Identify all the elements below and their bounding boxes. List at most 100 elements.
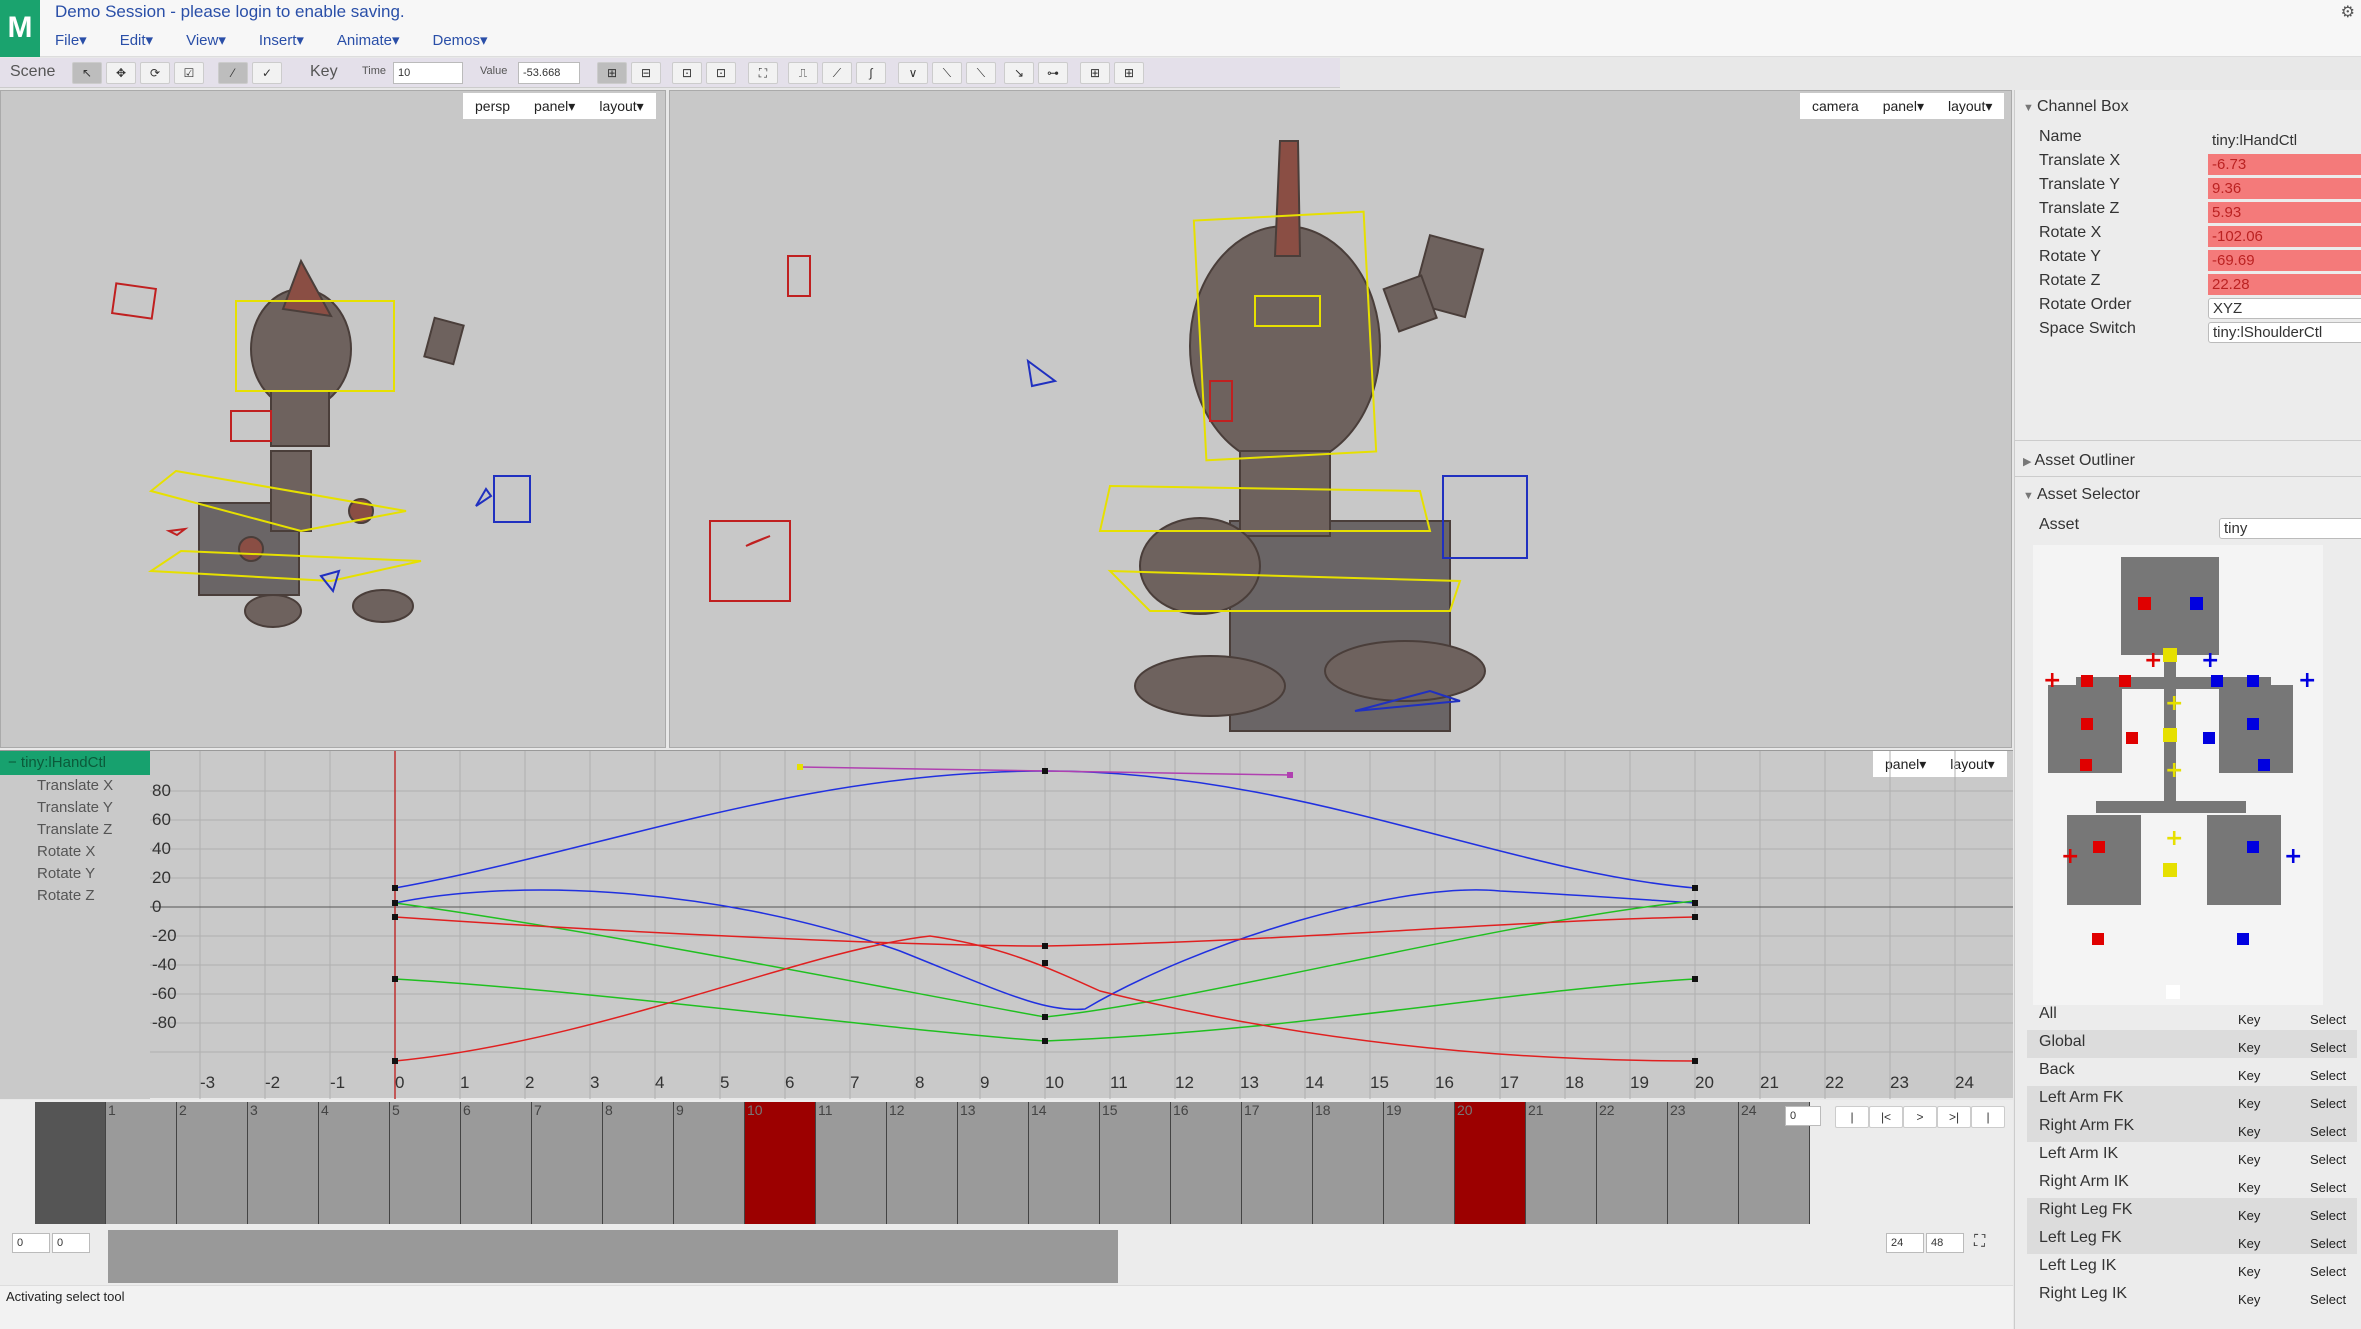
scale-tool-icon[interactable]: ☑ [174, 62, 204, 84]
curve-graph[interactable] [0, 751, 2013, 1099]
select-button[interactable]: Select [2310, 1208, 2346, 1223]
asset-group-label[interactable]: Global [2039, 1033, 2085, 1051]
go-start-button[interactable]: | [1835, 1106, 1869, 1128]
timeline-frame[interactable]: 16 [1171, 1102, 1242, 1224]
key-button[interactable]: Key [2238, 1152, 2260, 1167]
asset-group-label[interactable]: Right Leg FK [2039, 1201, 2132, 1219]
key-button[interactable]: Key [2238, 1292, 2260, 1307]
break-tangent-icon[interactable]: ⟍ [932, 62, 962, 84]
snap-icon[interactable]: ⁄ [218, 62, 248, 84]
timeline-frame[interactable]: 7 [532, 1102, 603, 1224]
timeline-frame[interactable]: 23 [1668, 1102, 1739, 1224]
key-button[interactable]: Key [2238, 1180, 2260, 1195]
timeline-frame[interactable]: 15 [1100, 1102, 1171, 1224]
timeline-frame[interactable]: 19 [1384, 1102, 1455, 1224]
range-anim-end-input[interactable] [1926, 1233, 1964, 1253]
key-delete-icon[interactable]: ⊟ [631, 62, 661, 84]
channel-value[interactable]: 9.36 [2208, 178, 2361, 199]
asset-group-label[interactable]: Left Arm IK [2039, 1145, 2118, 1163]
key-button[interactable]: Key [2238, 1236, 2260, 1251]
asset-select[interactable]: tiny [2219, 518, 2361, 539]
timeline-frame[interactable]: 3 [248, 1102, 319, 1224]
asset-selector-header[interactable]: ▼ Asset Selector [2015, 486, 2140, 504]
dopesheet-icon[interactable]: ⊞ [1114, 62, 1144, 84]
key-button[interactable]: Key [2238, 1208, 2260, 1223]
character-picker[interactable]: + + + + + + ++ + [2033, 545, 2323, 1005]
asset-group-label[interactable]: Left Leg IK [2039, 1257, 2116, 1275]
timeline-frames[interactable]: 1 2 3 4 5 6 7 8 9 10 11 12 13 14 15 16 17 18 19 20 21 22 23 24 [35, 1102, 1811, 1224]
menu-file[interactable]: File▾ [55, 31, 87, 49]
channel-box-header[interactable]: ▼ Channel Box [2015, 98, 2129, 116]
timeline-frame[interactable] [35, 1102, 106, 1224]
select-button[interactable]: Select [2310, 1292, 2346, 1307]
menu-animate[interactable]: Animate▾ [337, 31, 400, 49]
asset-outliner-header[interactable]: ▶ Asset Outliner [2015, 452, 2135, 470]
film-icon[interactable]: ⛶ [1974, 1233, 1985, 1251]
graph-view-icon[interactable]: ⊞ [1080, 62, 1110, 84]
timeline-frame[interactable]: 12 [887, 1102, 958, 1224]
key-button[interactable]: Key [2238, 1012, 2260, 1027]
channel-row[interactable]: Rotate Z 22.28 [2027, 270, 2361, 295]
timeline-key-frame[interactable]: 10 [745, 1102, 816, 1224]
asset-group-label[interactable]: Right Leg IK [2039, 1285, 2127, 1303]
free-tangent-icon[interactable]: ⊶ [1038, 62, 1068, 84]
viewport-camera[interactable]: camera panel▾ layout▾ [669, 90, 2012, 748]
asset-group-label[interactable]: Right Arm IK [2039, 1173, 2129, 1191]
asset-group-label[interactable]: All [2039, 1005, 2057, 1023]
play-button[interactable]: > [1903, 1106, 1937, 1128]
timeline-frame[interactable]: 5 [390, 1102, 461, 1224]
timeline-frame[interactable]: 11 [816, 1102, 887, 1224]
timeline-frame[interactable]: 17 [1242, 1102, 1313, 1224]
menu-edit[interactable]: Edit▾ [120, 31, 153, 49]
channel-value[interactable]: 22.28 [2208, 274, 2361, 295]
menu-view[interactable]: View▾ [186, 31, 226, 49]
select-button[interactable]: Select [2310, 1096, 2346, 1111]
select-tool-icon[interactable]: ↖ [72, 62, 102, 84]
time-input[interactable] [393, 62, 463, 84]
channel-row[interactable]: Translate Y 9.36 [2027, 174, 2361, 199]
rotate-tool-icon[interactable]: ⟳ [140, 62, 170, 84]
select-button[interactable]: Select [2310, 1236, 2346, 1251]
copy-key-icon[interactable]: ⊡ [672, 62, 702, 84]
timeline-frame[interactable]: 1 [106, 1102, 177, 1224]
flat-tangent-icon[interactable]: ∨ [898, 62, 928, 84]
key-set-icon[interactable]: ⊞ [597, 62, 627, 84]
paste-key-icon[interactable]: ⊡ [706, 62, 736, 84]
asset-group-label[interactable]: Left Arm FK [2039, 1089, 2123, 1107]
timeline-key-frame[interactable]: 20 [1455, 1102, 1526, 1224]
channel-value[interactable]: -6.73 [2208, 154, 2361, 175]
timeline-frame[interactable]: 18 [1313, 1102, 1384, 1224]
range-start-input[interactable] [12, 1233, 50, 1253]
rotate-order-select[interactable]: XYZ [2208, 298, 2361, 319]
range-slider-handle[interactable] [108, 1230, 1118, 1283]
snap-curve-icon[interactable]: ✓ [252, 62, 282, 84]
timeline-frame[interactable]: 4 [319, 1102, 390, 1224]
viewport-persp[interactable]: persp panel▾ layout▾ [0, 90, 666, 748]
go-end-button[interactable]: | [1971, 1106, 2005, 1128]
range-end-input[interactable] [1886, 1233, 1924, 1253]
key-button[interactable]: Key [2238, 1068, 2260, 1083]
select-button[interactable]: Select [2310, 1040, 2346, 1055]
select-button[interactable]: Select [2310, 1264, 2346, 1279]
channel-value[interactable]: -69.69 [2208, 250, 2361, 271]
timeline-frame[interactable]: 22 [1597, 1102, 1668, 1224]
channel-row[interactable]: Rotate X -102.06 [2027, 222, 2361, 247]
linear-tangent-icon[interactable]: ⟋ [822, 62, 852, 84]
select-button[interactable]: Select [2310, 1068, 2346, 1083]
asset-group-label[interactable]: Right Arm FK [2039, 1117, 2134, 1135]
timeline-frame[interactable]: 14 [1029, 1102, 1100, 1224]
menu-demos[interactable]: Demos▾ [432, 31, 487, 49]
step-forward-button[interactable]: >| [1937, 1106, 1971, 1128]
channel-value[interactable]: 5.93 [2208, 202, 2361, 223]
asset-group-label[interactable]: Left Leg FK [2039, 1229, 2122, 1247]
spline-tangent-icon[interactable]: ∫ [856, 62, 886, 84]
channel-row[interactable]: Rotate Y -69.69 [2027, 246, 2361, 271]
step-back-button[interactable]: |< [1869, 1106, 1903, 1128]
timeline-frame[interactable]: 8 [603, 1102, 674, 1224]
move-tool-icon[interactable]: ✥ [106, 62, 136, 84]
key-button[interactable]: Key [2238, 1096, 2260, 1111]
timeline-frame[interactable]: 9 [674, 1102, 745, 1224]
asset-group-label[interactable]: Back [2039, 1061, 2075, 1079]
timeline-frame[interactable]: 13 [958, 1102, 1029, 1224]
channel-row[interactable]: Translate Z 5.93 [2027, 198, 2361, 223]
